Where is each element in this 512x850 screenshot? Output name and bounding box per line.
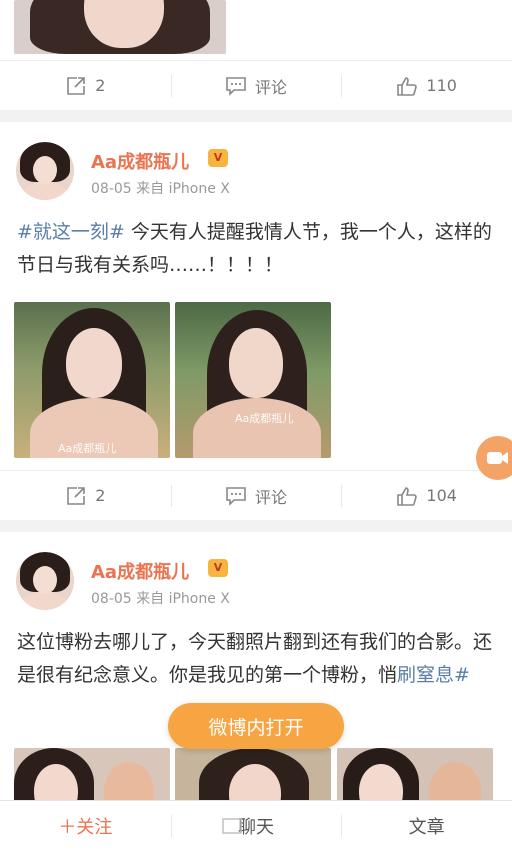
chat-button[interactable]: 聊天	[170, 801, 342, 850]
bottom-action-bar: ＋关注 聊天 文章	[0, 800, 512, 850]
repost-icon	[67, 486, 86, 505]
username[interactable]: Aa成都瓶儿	[91, 558, 189, 584]
comment-label: 评论	[255, 487, 288, 507]
username[interactable]: Aa成都瓶儿	[91, 148, 189, 174]
post-image-1[interactable]: Aa成都瓶儿	[14, 302, 170, 458]
post-actions: 2 评论 110	[0, 60, 512, 110]
repost-icon	[67, 76, 86, 95]
video-float-button[interactable]	[476, 436, 512, 480]
repost-button[interactable]: 2	[0, 61, 171, 110]
article-button[interactable]: 文章	[341, 801, 512, 850]
chat-label: 聊天	[238, 816, 274, 838]
like-count: 104	[426, 486, 457, 505]
post-image[interactable]	[14, 0, 226, 54]
vip-badge-icon: V	[208, 149, 228, 167]
vip-badge-icon: V	[208, 559, 228, 577]
post-meta: 08-05 来自 iPhone X	[91, 181, 230, 197]
comment-icon	[226, 486, 246, 506]
watermark: Aa成都瓶儿	[58, 442, 117, 455]
post-text: #就这一刻# 今天有人提醒我情人节，我一个人，这样的节日与我有关系吗……！！！！	[17, 216, 495, 282]
post-actions: 2 评论 104	[0, 470, 512, 520]
comment-button[interactable]: 评论	[170, 471, 342, 520]
post-meta: 08-05 来自 iPhone X	[91, 591, 230, 607]
watermark: Aa成都瓶儿	[235, 412, 294, 425]
comment-label: 评论	[255, 77, 288, 97]
chat-icon	[221, 818, 242, 834]
like-count: 110	[426, 76, 457, 95]
hashtag-link[interactable]: 刷窒息#	[397, 664, 470, 686]
post-text: 这位博粉去哪儿了，今天翻照片翻到还有我们的合影。还是很有纪念意义。你是我见的第一…	[17, 626, 495, 692]
comment-icon	[226, 76, 246, 96]
repost-button[interactable]: 2	[0, 471, 171, 520]
like-button[interactable]: 104	[341, 471, 512, 520]
open-in-weibo-button[interactable]: 微博内打开	[168, 703, 344, 749]
hashtag-link[interactable]: #就这一刻#	[17, 221, 125, 243]
thumbs-up-icon	[397, 76, 418, 96]
post-image-2[interactable]: Aa成都瓶儿	[175, 302, 331, 458]
like-button[interactable]: 110	[341, 61, 512, 110]
thumbs-up-icon	[397, 486, 418, 506]
follow-button[interactable]: ＋关注	[0, 801, 171, 850]
post-card-2: Aa成都瓶儿 V 08-05 来自 iPhone X #就这一刻# 今天有人提醒…	[0, 122, 512, 520]
video-camera-icon	[487, 452, 508, 464]
comment-button[interactable]: 评论	[170, 61, 342, 110]
repost-count: 2	[95, 486, 106, 505]
avatar[interactable]	[16, 142, 74, 200]
repost-count: 2	[95, 76, 106, 95]
post-card-1: 2 评论 110	[0, 0, 512, 110]
avatar[interactable]	[16, 552, 74, 610]
